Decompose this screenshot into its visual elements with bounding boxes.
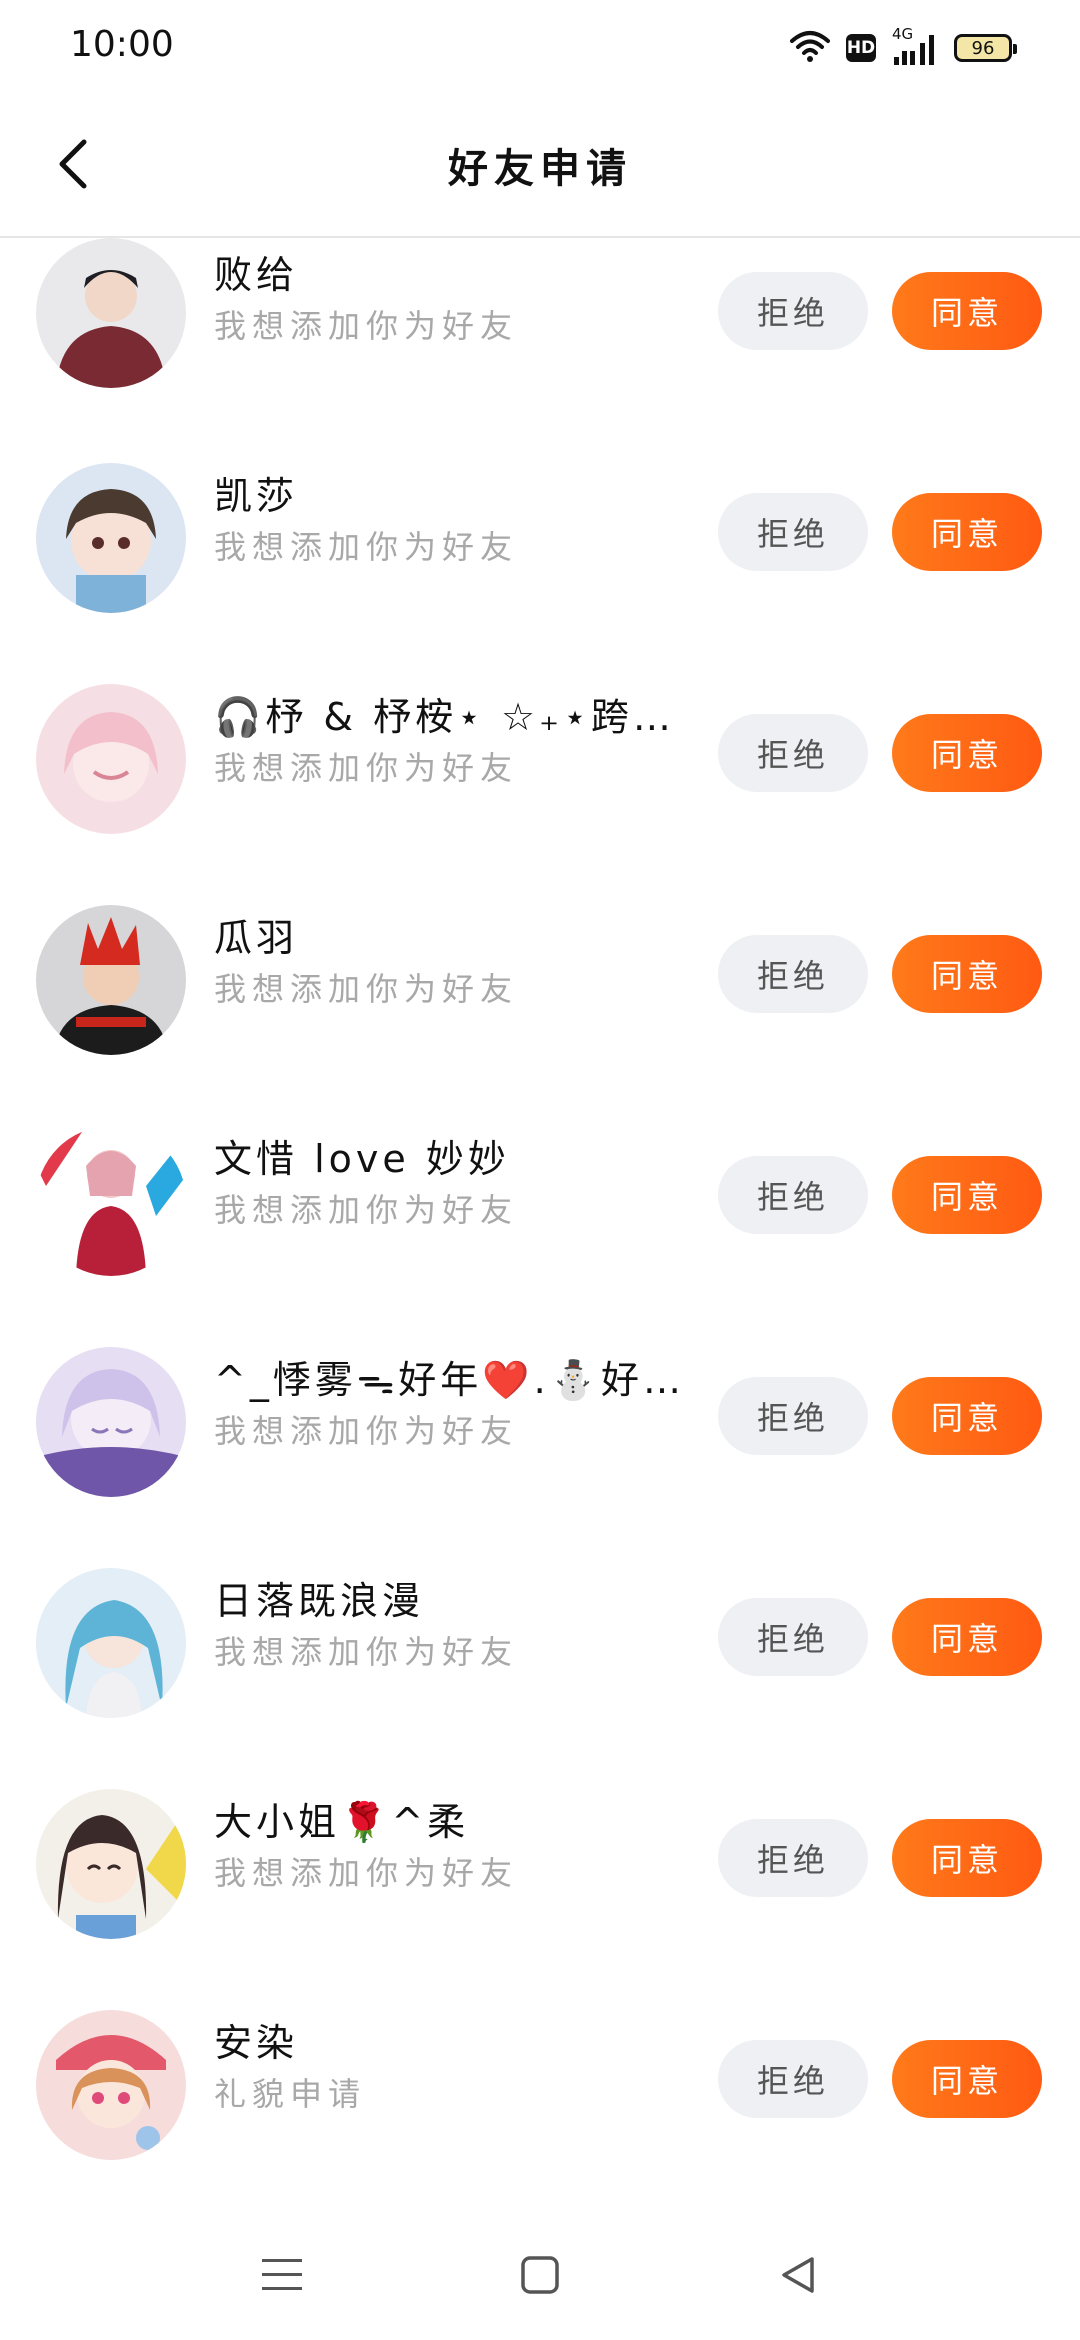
avatar[interactable] — [36, 905, 186, 1055]
requester-name: 日落既浪漫 — [214, 1579, 425, 1623]
reject-button[interactable]: 拒绝 — [718, 714, 868, 792]
wifi-icon — [790, 29, 830, 67]
reject-button[interactable]: 拒绝 — [718, 1377, 868, 1455]
request-info: 大小姐🌹^柔 我想添加你为好友 — [214, 1797, 684, 1895]
accept-button[interactable]: 同意 — [892, 1598, 1042, 1676]
avatar[interactable] — [36, 1126, 186, 1276]
request-info: 日落既浪漫 我想添加你为好友 — [214, 1576, 684, 1674]
reject-button[interactable]: 拒绝 — [718, 2040, 868, 2118]
accept-button[interactable]: 同意 — [892, 2040, 1042, 2118]
requester-name: 🎧杼 & 杼桉⋆ ☆₊⋆跨年 ... — [214, 695, 684, 739]
home-button[interactable] — [510, 2250, 570, 2300]
page-title: 好友申请 — [448, 146, 632, 192]
status-time: 10:00 — [70, 24, 174, 65]
request-info: 凯莎 我想添加你为好友 — [214, 471, 684, 569]
requester-name: 败给 — [214, 253, 299, 297]
reject-button[interactable]: 拒绝 — [718, 935, 868, 1013]
list-item: ^_悸雾ᯓ好年❤️.⛄好蒽 我想添加你为好友 拒绝 同意 — [0, 1345, 1080, 1566]
hd-icon: HD — [846, 34, 876, 62]
avatar[interactable] — [36, 1347, 186, 1497]
reject-button[interactable]: 拒绝 — [718, 1598, 868, 1676]
list-item: 文惜 love 妙妙 我想添加你为好友 拒绝 同意 — [0, 1124, 1080, 1345]
list-item: 安染 礼貌申请 拒绝 同意 — [0, 2008, 1080, 2229]
reject-button[interactable]: 拒绝 — [718, 493, 868, 571]
list-item: 败给 我想添加你为好友 拒绝 同意 — [0, 238, 1080, 461]
list-item: 🎧杼 & 杼桉⋆ ☆₊⋆跨年 ... 我想添加你为好友 拒绝 同意 — [0, 682, 1080, 903]
request-info: 🎧杼 & 杼桉⋆ ☆₊⋆跨年 ... 我想添加你为好友 — [214, 692, 684, 790]
request-info: 败给 我想添加你为好友 — [214, 250, 684, 348]
requester-name: 安染 — [214, 2021, 299, 2065]
network-type-label: 4G — [892, 25, 914, 43]
header: 好友申请 — [0, 96, 1080, 238]
accept-button[interactable]: 同意 — [892, 935, 1042, 1013]
list-item: 瓜羽 我想添加你为好友 拒绝 同意 — [0, 903, 1080, 1124]
accept-button[interactable]: 同意 — [892, 1156, 1042, 1234]
avatar[interactable] — [36, 684, 186, 834]
request-message: 礼貌申请 — [214, 2075, 367, 2113]
reject-button[interactable]: 拒绝 — [718, 1156, 868, 1234]
accept-button[interactable]: 同意 — [892, 272, 1042, 350]
reject-button[interactable]: 拒绝 — [718, 1819, 868, 1897]
menu-icon — [262, 2259, 302, 2290]
accept-button[interactable]: 同意 — [892, 714, 1042, 792]
request-message: 我想添加你为好友 — [214, 749, 519, 787]
accept-button[interactable]: 同意 — [892, 493, 1042, 571]
list-item: 日落既浪漫 我想添加你为好友 拒绝 同意 — [0, 1566, 1080, 1787]
avatar[interactable] — [36, 238, 186, 388]
battery-icon: 96 — [954, 34, 1017, 62]
list-item: 大小姐🌹^柔 我想添加你为好友 拒绝 同意 — [0, 1787, 1080, 2008]
avatar[interactable] — [36, 463, 186, 613]
request-info: 安染 礼貌申请 — [214, 2018, 684, 2116]
home-icon — [521, 2256, 559, 2294]
request-message: 我想添加你为好友 — [214, 1412, 519, 1450]
request-message: 我想添加你为好友 — [214, 1191, 519, 1229]
requester-name: 文惜 love 妙妙 — [214, 1137, 510, 1181]
status-bar: 10:00 HD 4G 96 — [0, 0, 1080, 96]
signal-icon: 4G — [892, 25, 938, 65]
accept-button[interactable]: 同意 — [892, 1819, 1042, 1897]
request-message: 我想添加你为好友 — [214, 1633, 519, 1671]
list-item: 凯莎 我想添加你为好友 拒绝 同意 — [0, 461, 1080, 682]
request-info: 文惜 love 妙妙 我想添加你为好友 — [214, 1134, 684, 1232]
request-message: 我想添加你为好友 — [214, 1854, 519, 1892]
menu-button[interactable] — [252, 2250, 312, 2300]
back-triangle-icon — [782, 2257, 814, 2293]
request-message: 我想添加你为好友 — [214, 307, 519, 345]
requester-name: 瓜羽 — [214, 916, 299, 960]
status-icons: HD 4G 96 — [790, 25, 1017, 68]
requester-name: 大小姐🌹^柔 — [214, 1800, 470, 1844]
requester-name: 凯莎 — [214, 474, 299, 518]
back-nav-button[interactable] — [768, 2250, 828, 2300]
accept-button[interactable]: 同意 — [892, 1377, 1042, 1455]
request-info: ^_悸雾ᯓ好年❤️.⛄好蒽 我想添加你为好友 — [214, 1355, 684, 1453]
reject-button[interactable]: 拒绝 — [718, 272, 868, 350]
requester-name: ^_悸雾ᯓ好年❤️.⛄好蒽 — [214, 1358, 684, 1402]
request-message: 我想添加你为好友 — [214, 528, 519, 566]
avatar[interactable] — [36, 1789, 186, 1939]
request-message: 我想添加你为好友 — [214, 970, 519, 1008]
avatar[interactable] — [36, 2010, 186, 2160]
avatar[interactable] — [36, 1568, 186, 1718]
system-nav-bar — [0, 2210, 1080, 2340]
request-info: 瓜羽 我想添加你为好友 — [214, 913, 684, 1011]
